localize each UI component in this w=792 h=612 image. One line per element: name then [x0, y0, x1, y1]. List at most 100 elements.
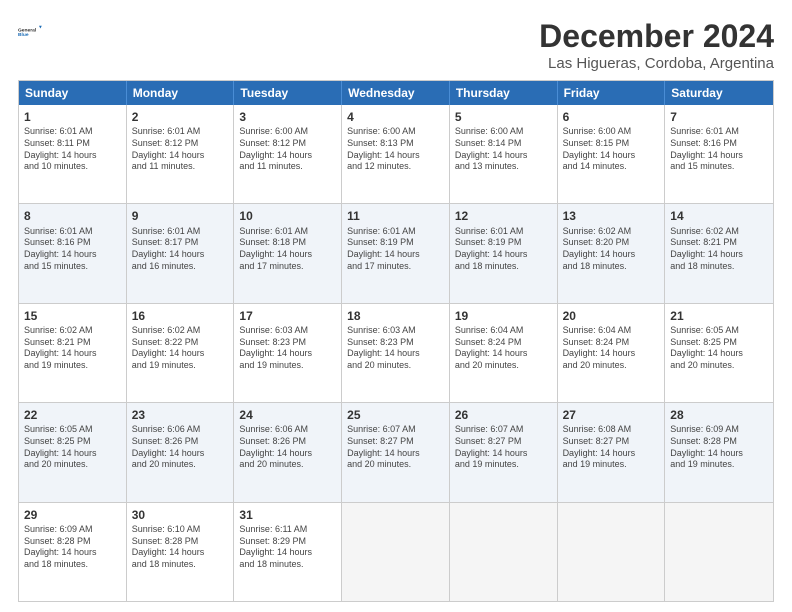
calendar-cell: 24Sunrise: 6:06 AM Sunset: 8:26 PM Dayli…: [234, 403, 342, 501]
calendar-cell: 15Sunrise: 6:02 AM Sunset: 8:21 PM Dayli…: [19, 304, 127, 402]
calendar-cell: 5Sunrise: 6:00 AM Sunset: 8:14 PM Daylig…: [450, 105, 558, 203]
svg-text:General: General: [18, 27, 37, 33]
calendar-cell: 1Sunrise: 6:01 AM Sunset: 8:11 PM Daylig…: [19, 105, 127, 203]
day-number: 5: [455, 109, 552, 125]
day-number: 24: [239, 407, 336, 423]
cell-info: Sunrise: 6:02 AM Sunset: 8:21 PM Dayligh…: [24, 325, 121, 372]
cell-info: Sunrise: 6:06 AM Sunset: 8:26 PM Dayligh…: [132, 424, 229, 471]
calendar-row: 22Sunrise: 6:05 AM Sunset: 8:25 PM Dayli…: [19, 403, 773, 502]
day-number: 6: [563, 109, 660, 125]
day-number: 14: [670, 208, 768, 224]
month-title: December 2024: [539, 18, 774, 55]
calendar-cell: 26Sunrise: 6:07 AM Sunset: 8:27 PM Dayli…: [450, 403, 558, 501]
header-day: Sunday: [19, 81, 127, 105]
calendar-row: 29Sunrise: 6:09 AM Sunset: 8:28 PM Dayli…: [19, 503, 773, 601]
day-number: 1: [24, 109, 121, 125]
calendar-row: 1Sunrise: 6:01 AM Sunset: 8:11 PM Daylig…: [19, 105, 773, 204]
svg-text:Blue: Blue: [18, 32, 29, 38]
calendar-body: 1Sunrise: 6:01 AM Sunset: 8:11 PM Daylig…: [19, 105, 773, 601]
calendar-cell: 23Sunrise: 6:06 AM Sunset: 8:26 PM Dayli…: [127, 403, 235, 501]
logo-icon: GeneralBlue: [18, 18, 46, 46]
cell-info: Sunrise: 6:02 AM Sunset: 8:20 PM Dayligh…: [563, 226, 660, 273]
title-block: December 2024 Las Higueras, Cordoba, Arg…: [539, 18, 774, 72]
day-number: 20: [563, 308, 660, 324]
header: GeneralBlue December 2024 Las Higueras, …: [18, 18, 774, 72]
cell-info: Sunrise: 6:04 AM Sunset: 8:24 PM Dayligh…: [563, 325, 660, 372]
calendar-cell: 13 Sunrise: 6:02 AM Sunset: 8:20 PM Dayli…: [558, 204, 666, 302]
day-number: 8: [24, 208, 121, 224]
cell-info: Sunrise: 6:05 AM Sunset: 8:25 PM Dayligh…: [24, 424, 121, 471]
calendar-cell: 3Sunrise: 6:00 AM Sunset: 8:12 PM Daylig…: [234, 105, 342, 203]
cell-info: Sunrise: 6:01 AM Sunset: 8:16 PM Dayligh…: [24, 226, 121, 273]
cell-info: Sunrise: 6:10 AM Sunset: 8:28 PM Dayligh…: [132, 524, 229, 571]
calendar-cell: 8 Sunrise: 6:01 AM Sunset: 8:16 PM Daylig…: [19, 204, 127, 302]
location-title: Las Higueras, Cordoba, Argentina: [539, 55, 774, 72]
cell-info: Sunrise: 6:04 AM Sunset: 8:24 PM Dayligh…: [455, 325, 552, 372]
day-number: 4: [347, 109, 444, 125]
calendar-cell: 20Sunrise: 6:04 AM Sunset: 8:24 PM Dayli…: [558, 304, 666, 402]
cell-info: Sunrise: 6:03 AM Sunset: 8:23 PM Dayligh…: [347, 325, 444, 372]
calendar-cell: 29Sunrise: 6:09 AM Sunset: 8:28 PM Dayli…: [19, 503, 127, 601]
header-day: Tuesday: [234, 81, 342, 105]
day-number: 10: [239, 208, 336, 224]
calendar-cell: 22Sunrise: 6:05 AM Sunset: 8:25 PM Dayli…: [19, 403, 127, 501]
cell-info: Sunrise: 6:01 AM Sunset: 8:19 PM Dayligh…: [347, 226, 444, 273]
day-number: 23: [132, 407, 229, 423]
cell-info: Sunrise: 6:07 AM Sunset: 8:27 PM Dayligh…: [455, 424, 552, 471]
calendar-cell: 21Sunrise: 6:05 AM Sunset: 8:25 PM Dayli…: [665, 304, 773, 402]
calendar-cell: 16Sunrise: 6:02 AM Sunset: 8:22 PM Dayli…: [127, 304, 235, 402]
calendar-cell: [450, 503, 558, 601]
calendar-cell: [342, 503, 450, 601]
day-number: 15: [24, 308, 121, 324]
cell-info: Sunrise: 6:02 AM Sunset: 8:21 PM Dayligh…: [670, 226, 768, 273]
day-number: 26: [455, 407, 552, 423]
calendar: SundayMondayTuesdayWednesdayThursdayFrid…: [18, 80, 774, 602]
day-number: 27: [563, 407, 660, 423]
day-number: 7: [670, 109, 768, 125]
cell-info: Sunrise: 6:00 AM Sunset: 8:13 PM Dayligh…: [347, 126, 444, 173]
calendar-cell: 12Sunrise: 6:01 AM Sunset: 8:19 PM Dayli…: [450, 204, 558, 302]
cell-info: Sunrise: 6:00 AM Sunset: 8:15 PM Dayligh…: [563, 126, 660, 173]
cell-info: Sunrise: 6:00 AM Sunset: 8:14 PM Dayligh…: [455, 126, 552, 173]
cell-info: Sunrise: 6:09 AM Sunset: 8:28 PM Dayligh…: [24, 524, 121, 571]
calendar-cell: 14 Sunrise: 6:02 AM Sunset: 8:21 PM Dayli…: [665, 204, 773, 302]
cell-info: Sunrise: 6:06 AM Sunset: 8:26 PM Dayligh…: [239, 424, 336, 471]
calendar-cell: 11Sunrise: 6:01 AM Sunset: 8:19 PM Dayli…: [342, 204, 450, 302]
cell-info: Sunrise: 6:01 AM Sunset: 8:19 PM Dayligh…: [455, 226, 552, 273]
calendar-cell: 31Sunrise: 6:11 AM Sunset: 8:29 PM Dayli…: [234, 503, 342, 601]
day-number: 30: [132, 507, 229, 523]
cell-info: Sunrise: 6:02 AM Sunset: 8:22 PM Dayligh…: [132, 325, 229, 372]
day-number: 29: [24, 507, 121, 523]
header-day: Saturday: [665, 81, 773, 105]
cell-info: Sunrise: 6:01 AM Sunset: 8:17 PM Dayligh…: [132, 226, 229, 273]
calendar-cell: 17Sunrise: 6:03 AM Sunset: 8:23 PM Dayli…: [234, 304, 342, 402]
header-day: Thursday: [450, 81, 558, 105]
calendar-row: 15Sunrise: 6:02 AM Sunset: 8:21 PM Dayli…: [19, 304, 773, 403]
calendar-cell: 7Sunrise: 6:01 AM Sunset: 8:16 PM Daylig…: [665, 105, 773, 203]
calendar-cell: 28Sunrise: 6:09 AM Sunset: 8:28 PM Dayli…: [665, 403, 773, 501]
day-number: 31: [239, 507, 336, 523]
cell-info: Sunrise: 6:08 AM Sunset: 8:27 PM Dayligh…: [563, 424, 660, 471]
day-number: 22: [24, 407, 121, 423]
logo: GeneralBlue: [18, 18, 46, 46]
header-day: Monday: [127, 81, 235, 105]
cell-info: Sunrise: 6:07 AM Sunset: 8:27 PM Dayligh…: [347, 424, 444, 471]
calendar-cell: [665, 503, 773, 601]
calendar-cell: 25Sunrise: 6:07 AM Sunset: 8:27 PM Dayli…: [342, 403, 450, 501]
day-number: 25: [347, 407, 444, 423]
cell-info: Sunrise: 6:01 AM Sunset: 8:11 PM Dayligh…: [24, 126, 121, 173]
day-number: 21: [670, 308, 768, 324]
cell-info: Sunrise: 6:01 AM Sunset: 8:18 PM Dayligh…: [239, 226, 336, 273]
day-number: 13: [563, 208, 660, 224]
calendar-cell: 18Sunrise: 6:03 AM Sunset: 8:23 PM Dayli…: [342, 304, 450, 402]
day-number: 3: [239, 109, 336, 125]
calendar-header: SundayMondayTuesdayWednesdayThursdayFrid…: [19, 81, 773, 105]
calendar-cell: [558, 503, 666, 601]
header-day: Friday: [558, 81, 666, 105]
cell-info: Sunrise: 6:09 AM Sunset: 8:28 PM Dayligh…: [670, 424, 768, 471]
header-day: Wednesday: [342, 81, 450, 105]
calendar-row: 8 Sunrise: 6:01 AM Sunset: 8:16 PM Daylig…: [19, 204, 773, 303]
calendar-cell: 6Sunrise: 6:00 AM Sunset: 8:15 PM Daylig…: [558, 105, 666, 203]
calendar-cell: 30Sunrise: 6:10 AM Sunset: 8:28 PM Dayli…: [127, 503, 235, 601]
page: GeneralBlue December 2024 Las Higueras, …: [0, 0, 792, 612]
